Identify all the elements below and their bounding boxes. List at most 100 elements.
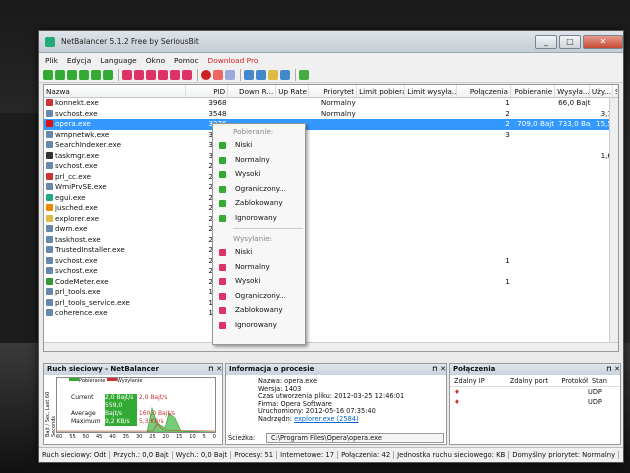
col-path[interactable]: Ścieżka <box>613 85 618 97</box>
col-remote-ip[interactable]: Zdalny IP <box>450 375 502 386</box>
table-cell <box>512 140 556 151</box>
upload-priority-item[interactable]: Ignorowany <box>213 318 305 333</box>
settings-icon[interactable] <box>280 69 290 80</box>
table-row[interactable]: prl_tools_service.exe1780C:\ <box>44 298 618 309</box>
pin-icon[interactable]: ⊓ ✕ <box>606 364 620 375</box>
col-priority[interactable]: Priorytet <box>309 85 358 97</box>
table-row[interactable]: svchost.exe20961C:\ <box>44 256 618 267</box>
table-cell <box>310 224 358 235</box>
table-cell <box>358 193 406 204</box>
table-row[interactable]: ♦ UDP <box>450 397 620 407</box>
toolbar-separator <box>295 68 296 81</box>
upload-high-icon[interactable] <box>146 69 156 80</box>
table-cell: CodeMeter.exe <box>44 277 186 288</box>
menu-edycja[interactable]: Edycja <box>67 56 91 65</box>
col-usage[interactable]: Uży... <box>590 85 614 97</box>
upload-priority-item[interactable]: Zablokowany <box>213 303 305 318</box>
download-priority-item[interactable]: Zablokowany <box>213 196 305 211</box>
table-row[interactable]: svchost.exe2968C:\ <box>44 161 618 172</box>
table-row[interactable]: svchost.exe3548Normalny23,1C:\ <box>44 109 618 120</box>
table-cell <box>512 245 556 256</box>
upload-priority-item[interactable]: Niski <box>213 245 305 260</box>
upload-low-icon[interactable] <box>122 69 132 80</box>
col-pid[interactable]: PID <box>186 85 229 97</box>
menu-language[interactable]: Language <box>100 56 136 65</box>
parent-process-link[interactable]: explorer.exe (2584) <box>294 415 358 423</box>
table-cell: dwm.exe <box>44 224 186 235</box>
col-download-limit[interactable]: Limit pobierania <box>357 85 406 97</box>
download-priority-item[interactable]: Ograniczony... <box>213 182 305 197</box>
col-uploaded[interactable]: Wysyła... <box>555 85 590 97</box>
chart-icon[interactable] <box>299 69 309 80</box>
table-cell <box>512 130 556 141</box>
table-row[interactable]: konnekt.exe3968Normalny166,0 BajtC:\ <box>44 98 618 109</box>
toolbar <box>39 67 623 83</box>
horizontal-scrollbar[interactable] <box>44 342 618 351</box>
col-protocol[interactable]: Protokół <box>548 375 588 386</box>
upload-normal-icon[interactable] <box>134 69 144 80</box>
table-row[interactable]: svchost.exe2064C:\ <box>44 266 618 277</box>
download-priority-item[interactable]: Normalny <box>213 153 305 168</box>
table-row[interactable]: CodeMeter.exe20121C:\ <box>44 277 618 288</box>
download-priority-item[interactable]: Wysoki <box>213 167 305 182</box>
download-normal-icon[interactable] <box>55 69 65 80</box>
table-row[interactable]: taskhost.exe2436C:\ <box>44 235 618 246</box>
upload-ignore-icon[interactable] <box>182 69 192 80</box>
options-icon[interactable] <box>244 69 254 80</box>
table-row[interactable]: taskmgr.exe30561,6C:\ <box>44 151 618 162</box>
table-row[interactable]: dwm.exe2524C:\ <box>44 224 618 235</box>
download-block-icon[interactable] <box>91 69 101 80</box>
upload-priority-item[interactable]: Wysoki <box>213 274 305 289</box>
table-row[interactable]: ♦ UDP <box>450 387 620 397</box>
menu-download-pro[interactable]: Download Pro <box>208 56 259 65</box>
table-row[interactable]: coherence.exe1772C:\ <box>44 308 618 319</box>
col-state[interactable]: Stan <box>588 375 620 386</box>
maximize-button[interactable]: □ <box>559 34 581 49</box>
minimize-button[interactable]: _ <box>535 34 557 49</box>
table-row[interactable]: prl_cc.exe2820C:\ <box>44 172 618 183</box>
menu-okno[interactable]: Okno <box>146 56 165 65</box>
stop-icon[interactable] <box>201 69 211 80</box>
col-down-rate[interactable]: Down R... <box>228 85 277 97</box>
download-high-icon[interactable] <box>67 69 77 80</box>
download-priority-item[interactable]: Niski <box>213 138 305 153</box>
table-cell <box>406 161 458 172</box>
table-row[interactable]: WmiPrvSE.exe2716C:\ <box>44 182 618 193</box>
rules-icon[interactable] <box>213 69 223 80</box>
table-row[interactable]: TrustedInstaller.exe2416C:\ <box>44 245 618 256</box>
upload-block-icon[interactable] <box>170 69 180 80</box>
network-icon[interactable] <box>256 69 266 80</box>
table-cell: svchost.exe <box>44 266 186 277</box>
table-row[interactable]: prl_tools.exe1844C:\ <box>44 287 618 298</box>
folder-icon[interactable] <box>268 69 278 80</box>
upload-priority-item[interactable]: Normalny <box>213 260 305 275</box>
menu-pomoc[interactable]: Pomoc <box>174 56 199 65</box>
col-downloaded[interactable]: Pobieranie <box>511 85 556 97</box>
vertical-scrollbar[interactable] <box>609 98 618 342</box>
col-upload-limit[interactable]: Limit wysyła... <box>405 85 458 97</box>
pin-icon[interactable]: ⊓ ✕ <box>208 364 222 375</box>
col-connections[interactable]: Połączenia <box>457 85 511 97</box>
table-row[interactable]: jusched.exe2696C:\ <box>44 203 618 214</box>
upload-limit-icon[interactable] <box>158 69 168 80</box>
close-button[interactable]: ✕ <box>583 34 623 49</box>
table-cell <box>556 109 591 120</box>
col-remote-port[interactable]: Zdalny port <box>502 375 548 386</box>
table-row[interactable]: egui.exe2708C:\ <box>44 193 618 204</box>
pin-icon[interactable]: ⊓ ✕ <box>432 364 446 375</box>
col-up-rate[interactable]: Up Rate <box>276 85 310 97</box>
upload-priority-item[interactable]: Ograniczony... <box>213 289 305 304</box>
process-icon <box>46 235 53 243</box>
filter-icon[interactable] <box>225 69 235 80</box>
menu-plik[interactable]: Plik <box>45 56 58 65</box>
download-limit-icon[interactable] <box>79 69 89 80</box>
table-row[interactable]: opera.exe32762709,0 Bajt733,0 Bajt15,5C:… <box>44 119 618 130</box>
table-row[interactable]: SearchIndexer.exe3084C:\ <box>44 140 618 151</box>
table-row[interactable]: explorer.exe2668C:\ <box>44 214 618 225</box>
download-ignore-icon[interactable] <box>103 69 113 80</box>
col-name[interactable]: Nazwa <box>44 85 186 97</box>
download-low-icon[interactable] <box>43 69 53 80</box>
table-row[interactable]: wmpnetwk.exe31923C:\ <box>44 130 618 141</box>
info-path-field[interactable]: C:\Program Files\Opera\opera.exe <box>266 433 444 443</box>
download-priority-item[interactable]: Ignorowany <box>213 211 305 226</box>
